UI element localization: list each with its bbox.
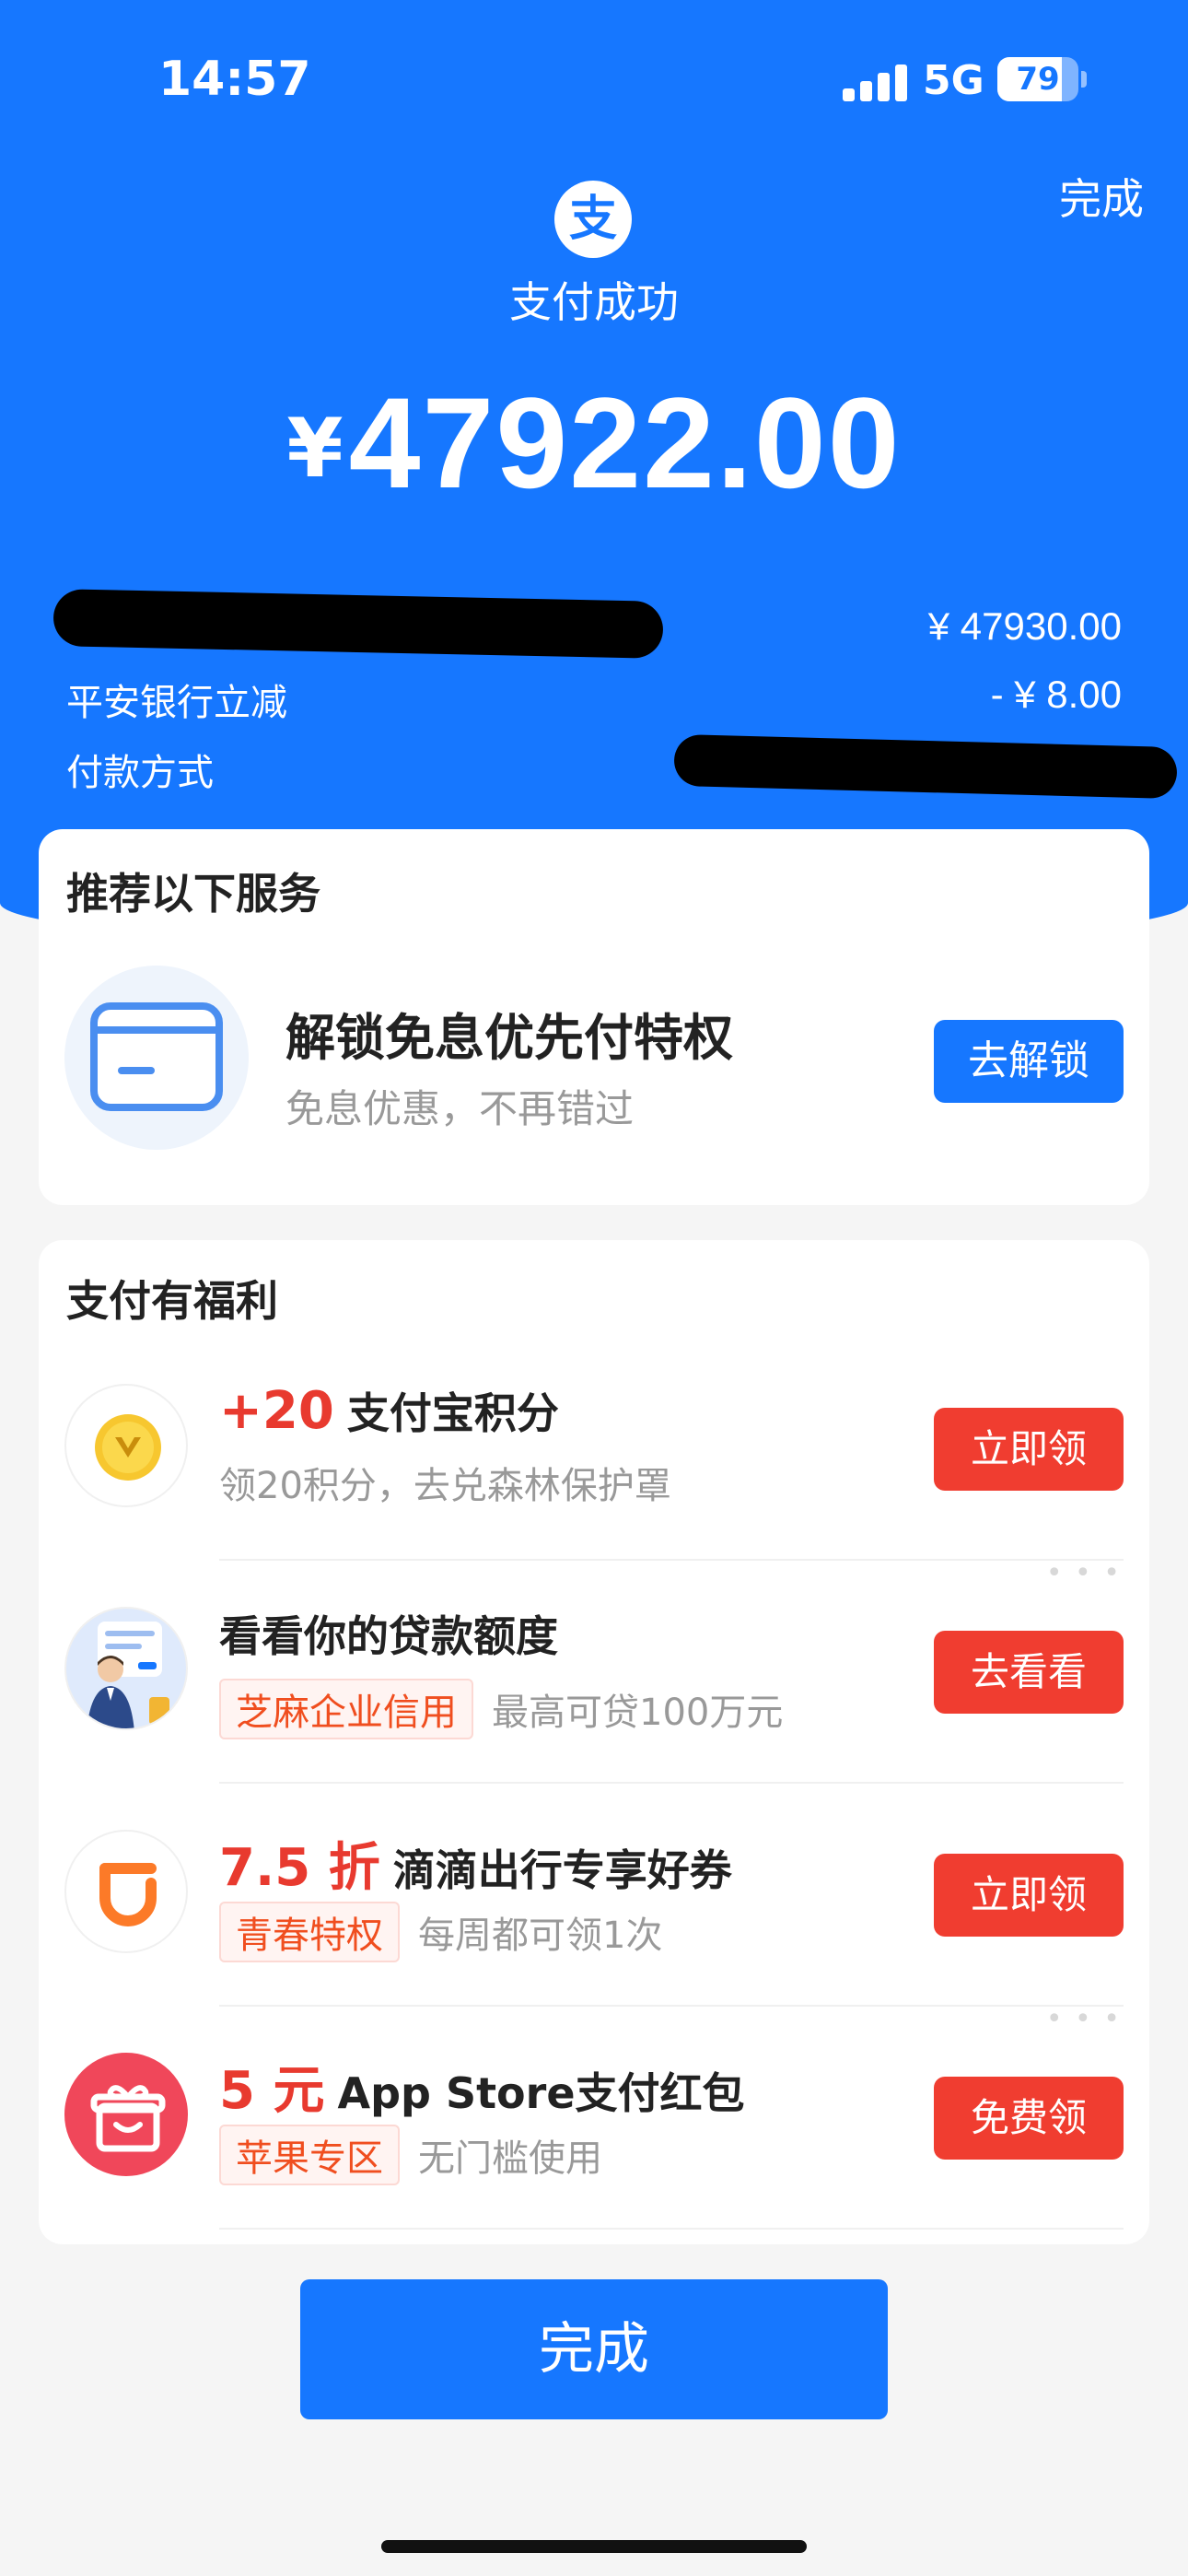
alipay-logo-icon: 支 (554, 181, 632, 258)
item-tag: 芝麻企业信用 (219, 1679, 473, 1739)
item-title: App Store支付红包 (337, 2068, 745, 2118)
merchant-amount: ¥ 47930.00 (927, 604, 1122, 648)
didi-logo-icon (64, 1830, 188, 1953)
gold-medal-icon (64, 1384, 188, 1507)
benefits-title: 支付有福利 (66, 1276, 278, 1326)
gift-icon (64, 2053, 188, 2176)
battery-icon: 79 (997, 57, 1078, 101)
battery-percent: 79 (1016, 61, 1060, 98)
item-subtitle: 领20积分，去兑森林保护罩 (219, 1465, 671, 1507)
discount-value: - ¥ 8.00 (990, 673, 1122, 716)
redpacket-highlight: 5 元 (219, 2061, 325, 2121)
status-time: 14:57 (158, 52, 311, 107)
item-title: 滴滴出行专享好券 (392, 1845, 732, 1895)
benefit-item-points[interactable]: +20 支付宝积分 领20积分，去兑森林保护罩 立即领 (39, 1338, 1149, 1561)
claim-points-button[interactable]: 立即领 (934, 1408, 1124, 1491)
home-indicator[interactable] (381, 2540, 807, 2553)
currency-symbol: ¥ (286, 401, 344, 496)
cellular-signal-icon (843, 63, 907, 101)
battery-tip (1081, 71, 1087, 88)
recommend-card: 推荐以下服务 解锁免息优先付特权 免息优惠，不再错过 去解锁 (39, 829, 1149, 1205)
discount-label: 平安银行立减 (66, 682, 287, 724)
item-tag: 青春特权 (219, 1902, 400, 1962)
item-subtitle: 青春特权 每周都可领1次 (219, 1902, 662, 1962)
points-highlight: +20 (219, 1381, 334, 1441)
item-subtitle: 苹果专区 无门槛使用 (219, 2125, 602, 2185)
divider (219, 2228, 1124, 2230)
free-claim-button[interactable]: 免费领 (934, 2077, 1124, 2160)
more-options-icon[interactable]: • • • (1046, 1557, 1122, 1589)
more-options-icon[interactable]: • • • (1046, 2003, 1122, 2035)
payment-status-text: 支付成功 (509, 277, 679, 327)
done-link[interactable]: 完成 (1059, 166, 1144, 227)
service-subtitle: 免息优惠，不再错过 (285, 1086, 635, 1131)
discount-highlight: 7.5 折 (219, 1838, 380, 1898)
view-loan-button[interactable]: 去看看 (934, 1631, 1124, 1714)
paid-amount: ¥47922.00 (0, 369, 1188, 518)
loan-avatar-icon (64, 1607, 188, 1730)
benefit-item-didi[interactable]: 7.5 折滴滴出行专享好券 青春特权 每周都可领1次 立即领 (39, 1784, 1149, 2007)
benefits-card: 支付有福利 +20支付宝积分 领20积分，去兑森林保护罩 立即领 • • • (39, 1240, 1149, 2244)
benefit-item-appstore[interactable]: • • • 5 元 App Store支付红包 苹果专区 无门槛使用 免费领 (39, 2003, 1149, 2230)
claim-didi-button[interactable]: 立即领 (934, 1854, 1124, 1937)
done-button[interactable]: 完成 (300, 2279, 888, 2419)
credit-card-icon (64, 966, 249, 1150)
item-tag: 苹果专区 (219, 2125, 400, 2185)
recommend-title: 推荐以下服务 (66, 869, 320, 919)
benefit-item-loan[interactable]: • • • 看看你的贷款额度 芝麻企业信用 最高可贷100万元 去看看 (39, 1557, 1149, 1784)
unlock-button[interactable]: 去解锁 (934, 1020, 1124, 1103)
item-title: 看看你的贷款额度 (219, 1611, 558, 1661)
amount-value: 47922.00 (348, 370, 902, 515)
item-title: 支付宝积分 (346, 1388, 559, 1438)
item-subtitle: 芝麻企业信用 最高可贷100万元 (219, 1679, 783, 1739)
network-type: 5G (923, 57, 984, 104)
payment-method-label: 付款方式 (66, 752, 214, 794)
service-title: 解锁免息优先付特权 (285, 1009, 733, 1067)
